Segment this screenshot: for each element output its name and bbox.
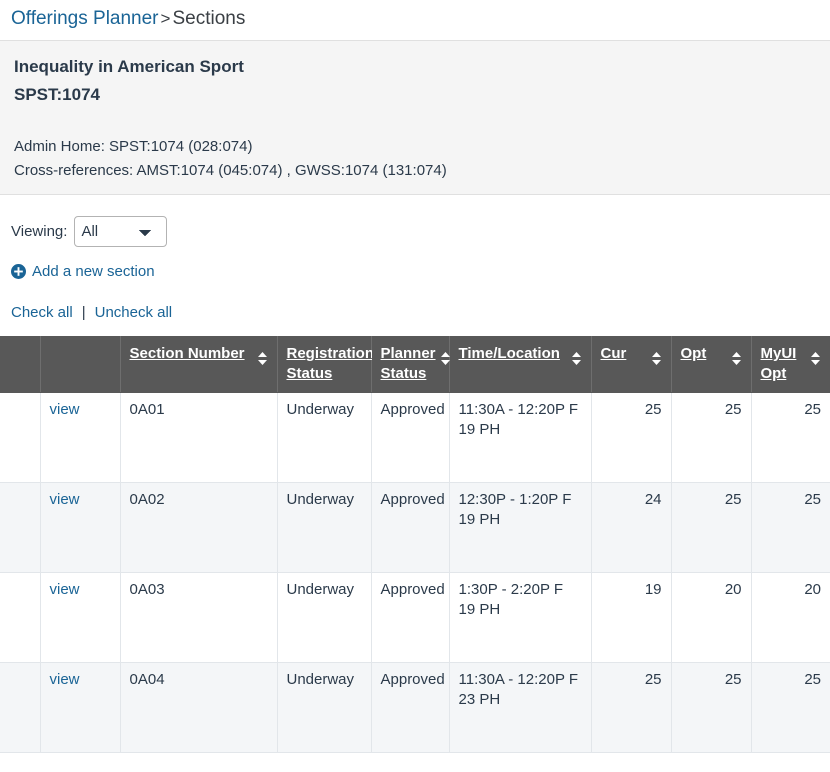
row-location: 19 PH xyxy=(458,601,501,618)
column-header-cur[interactable]: Cur xyxy=(591,336,672,393)
admin-home-text: Admin Home: SPST:1074 (028:074) xyxy=(14,138,253,155)
row-cur: 25 xyxy=(591,392,672,483)
column-header-myui-opt-label[interactable]: MyUI Opt xyxy=(761,344,807,384)
row-myui-opt: 25 xyxy=(751,662,830,753)
row-section-number: 0A03 xyxy=(120,572,278,663)
viewing-filter-row: Viewing: All xyxy=(0,195,830,249)
row-registration-status: Underway xyxy=(277,392,372,483)
row-time-location: 11:30A - 12:20P F 23 PH xyxy=(449,662,592,753)
breadcrumb: Offerings Planner > Sections xyxy=(0,0,830,40)
row-section-number: 0A04 xyxy=(120,662,278,753)
check-all-link[interactable]: Check all xyxy=(11,304,73,321)
row-location: 19 PH xyxy=(458,511,501,528)
row-time-location: 11:30A - 12:20P F 19 PH xyxy=(449,392,592,483)
row-checkbox-cell[interactable] xyxy=(0,482,41,573)
course-code: SPST:1074 xyxy=(14,85,100,104)
row-opt: 25 xyxy=(671,662,752,753)
view-section-link[interactable]: view xyxy=(50,491,80,508)
row-planner-status: Approved xyxy=(371,662,450,753)
column-header-opt-label[interactable]: Opt xyxy=(681,344,707,364)
sections-table: Section Number Registration Status Plann… xyxy=(0,336,830,753)
row-myui-opt: 20 xyxy=(751,572,830,663)
row-registration-status: Underway xyxy=(277,572,372,663)
course-info-panel: Inequality in American Sport SPST:1074 A… xyxy=(0,40,830,195)
view-section-link[interactable]: view xyxy=(50,671,80,688)
row-time-location: 12:30P - 1:20P F 19 PH xyxy=(449,482,592,573)
row-time-location: 1:30P - 2:20P F 19 PH xyxy=(449,572,592,663)
row-myui-opt: 25 xyxy=(751,392,830,483)
column-header-registration-status-label[interactable]: Registration Status xyxy=(287,344,375,384)
row-opt: 20 xyxy=(671,572,752,663)
sections-table-body: view 0A01 Underway Approved 11:30A - 12:… xyxy=(0,392,830,753)
row-section-number: 0A01 xyxy=(120,392,278,483)
sort-updown-icon[interactable] xyxy=(810,352,821,369)
breadcrumb-separator: > xyxy=(160,9,171,28)
breadcrumb-current-sections: Sections xyxy=(172,8,246,29)
sort-updown-icon[interactable] xyxy=(571,352,582,369)
add-section-row: Add a new section xyxy=(0,249,830,280)
sort-updown-icon[interactable] xyxy=(257,352,268,369)
row-registration-status: Underway xyxy=(277,482,372,573)
column-header-section-number-label[interactable]: Section Number xyxy=(130,344,245,364)
column-header-myui-opt[interactable]: MyUI Opt xyxy=(751,336,830,393)
row-myui-opt: 25 xyxy=(751,482,830,573)
column-header-time-location-label[interactable]: Time/Location xyxy=(459,344,560,364)
uncheck-all-link[interactable]: Uncheck all xyxy=(95,304,173,321)
table-row: view 0A02 Underway Approved 12:30P - 1:2… xyxy=(0,482,830,573)
row-cur: 25 xyxy=(591,662,672,753)
row-location: 19 PH xyxy=(458,421,501,438)
add-new-section-button[interactable]: Add a new section xyxy=(11,263,155,280)
row-section-number: 0A02 xyxy=(120,482,278,573)
row-checkbox-cell[interactable] xyxy=(0,392,41,483)
viewing-label: Viewing: xyxy=(11,222,68,240)
column-header-planner-status[interactable]: Planner Status xyxy=(371,336,450,393)
course-title: Inequality in American Sport xyxy=(14,57,244,76)
view-section-link[interactable]: view xyxy=(50,581,80,598)
row-view-cell: view xyxy=(40,572,121,663)
row-registration-status: Underway xyxy=(277,662,372,753)
breadcrumb-link-offerings-planner[interactable]: Offerings Planner xyxy=(11,8,159,29)
row-view-cell: view xyxy=(40,392,121,483)
row-location: 23 PH xyxy=(458,691,501,708)
row-opt: 25 xyxy=(671,482,752,573)
row-view-cell: view xyxy=(40,662,121,753)
row-planner-status: Approved xyxy=(371,392,450,483)
column-header-checkbox xyxy=(0,336,41,393)
column-header-section-number[interactable]: Section Number xyxy=(120,336,278,393)
row-planner-status: Approved xyxy=(371,572,450,663)
column-header-view xyxy=(40,336,121,393)
table-row: view 0A01 Underway Approved 11:30A - 12:… xyxy=(0,392,830,483)
row-time: 1:30P - 2:20P F xyxy=(458,581,564,598)
column-header-registration-status[interactable]: Registration Status xyxy=(277,336,389,393)
row-time: 12:30P - 1:20P F xyxy=(458,491,572,508)
row-view-cell: view xyxy=(40,482,121,573)
column-header-opt[interactable]: Opt xyxy=(671,336,752,393)
row-planner-status: Approved xyxy=(371,482,450,573)
viewing-select[interactable]: All xyxy=(74,215,168,247)
row-time: 11:30A - 12:20P F xyxy=(458,671,579,688)
plus-circle-icon xyxy=(11,264,26,279)
sort-updown-icon[interactable] xyxy=(731,352,742,369)
row-time: 11:30A - 12:20P F xyxy=(458,401,579,418)
table-row: view 0A03 Underway Approved 1:30P - 2:20… xyxy=(0,572,830,663)
table-row: view 0A04 Underway Approved 11:30A - 12:… xyxy=(0,662,830,753)
add-new-section-label: Add a new section xyxy=(32,263,155,280)
view-section-link[interactable]: view xyxy=(50,401,80,418)
check-all-separator: | xyxy=(81,304,86,321)
check-all-row: Check all | Uncheck all xyxy=(0,280,830,321)
row-cur: 19 xyxy=(591,572,672,663)
row-checkbox-cell[interactable] xyxy=(0,662,41,753)
row-opt: 25 xyxy=(671,392,752,483)
row-cur: 24 xyxy=(591,482,672,573)
row-checkbox-cell[interactable] xyxy=(0,572,41,663)
column-header-planner-status-label[interactable]: Planner Status xyxy=(381,344,436,384)
sort-updown-icon[interactable] xyxy=(651,352,662,369)
column-header-cur-label[interactable]: Cur xyxy=(601,344,627,364)
table-header-row: Section Number Registration Status Plann… xyxy=(0,336,830,393)
cross-references-text: Cross-references: AMST:1074 (045:074) , … xyxy=(14,162,447,179)
column-header-time-location[interactable]: Time/Location xyxy=(449,336,592,393)
